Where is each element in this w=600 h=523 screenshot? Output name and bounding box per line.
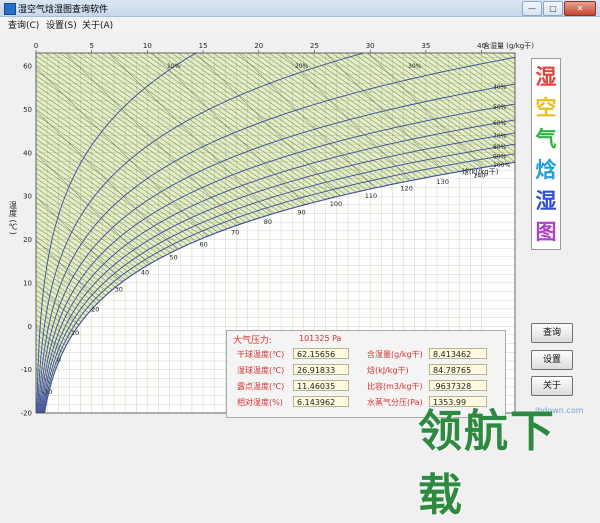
x-tick-label: 25 [310, 42, 319, 50]
watermark-brand: 领航下载 [418, 406, 556, 521]
rh-label-10: 10% [167, 63, 181, 70]
enthalpy-tick-label: 40 [141, 268, 149, 276]
dry-bulb-field[interactable]: 62.15656 [293, 348, 349, 359]
x-tick-label: 35 [421, 42, 430, 50]
wet-bulb-label: 湿球温度(℃) [237, 366, 285, 375]
enthalpy-tick-label: 50 [169, 253, 177, 261]
enthalpy-tick-label: 20 [91, 305, 99, 313]
enthalpy-tick-label: -10 [42, 388, 53, 396]
enthalpy-axis-label: 焓(kJ/kg干) [462, 167, 499, 176]
enthalpy-tick-label: 100 [330, 200, 342, 208]
y-tick-label: 0 [28, 323, 32, 331]
menu-bar: 查询(C) 设置(S) 关于(A) [0, 17, 600, 31]
x-axis-label: 含湿量 (g/kg干) [483, 41, 534, 50]
x-tick-label: 30 [366, 42, 375, 50]
enthalpy-tick-label: 60 [199, 240, 207, 248]
query-button[interactable]: 查询 [531, 323, 573, 343]
rh-label-60: 60% [493, 120, 507, 127]
y-tick-label: 60 [23, 63, 32, 71]
x-tick-label: 5 [89, 42, 93, 50]
title-char-1: 湿 [535, 64, 557, 89]
window-title: 湿空气焓湿图查询软件 [18, 5, 109, 15]
title-bar: 湿空气焓湿图查询软件 — □ ✕ [0, 0, 600, 17]
enthalpy-field[interactable]: 84.78765 [429, 364, 487, 375]
rh-label-90: 90% [493, 154, 507, 161]
enthalpy-tick-label: 30 [115, 286, 123, 294]
wet-bulb-field[interactable]: 26.91833 [293, 364, 349, 375]
x-tick-label: 15 [199, 42, 208, 50]
humidity-ratio-field[interactable]: 8.413462 [429, 348, 487, 359]
dew-point-field[interactable]: 11.46035 [293, 380, 349, 391]
menu-query[interactable]: 查询(C) [6, 18, 41, 31]
enthalpy-tick-label: 90 [297, 209, 305, 217]
title-char-5: 湿 [535, 188, 557, 213]
y-tick-label: -20 [21, 410, 32, 418]
y-axis-label: 温度 (℃) [8, 201, 18, 235]
menu-about[interactable]: 关于(A) [80, 18, 115, 31]
y-tick-label: 30 [23, 193, 32, 201]
y-tick-label: 20 [23, 236, 32, 244]
specific-volume-field[interactable]: .9637328 [429, 380, 487, 391]
minimize-button[interactable]: — [522, 1, 542, 16]
dry-bulb-label: 干球温度(℃) [237, 350, 285, 359]
y-tick-label: 50 [23, 106, 32, 114]
enthalpy-tick-label: 130 [437, 178, 449, 186]
title-char-4: 焓 [535, 157, 557, 182]
rh-label-70: 70% [493, 133, 507, 140]
y-tick-label: 40 [23, 149, 32, 157]
specific-volume-label: 比容(m3/kg干) [367, 382, 423, 391]
enthalpy-tick-label: 70 [231, 229, 239, 237]
chart-title-panel: 湿 空 气 焓 湿 图 [531, 58, 561, 250]
rh-label-40: 40% [493, 84, 507, 91]
rh-label-20: 20% [295, 63, 309, 70]
rh-label-30: 30% [408, 63, 422, 70]
menu-settings[interactable]: 设置(S) [44, 18, 79, 31]
y-tick-label: -10 [21, 366, 32, 374]
about-button[interactable]: 关于 [531, 376, 573, 396]
enthalpy-tick-label: 10 [71, 329, 79, 337]
vapor-pressure-label: 水蒸气分压(Pa) [367, 398, 423, 407]
x-tick-label: 10 [143, 42, 152, 50]
enthalpy-tick-label: 80 [264, 218, 272, 226]
y-tick-label: 10 [23, 279, 32, 287]
enthalpy-tick-label: 0 [57, 356, 61, 364]
title-char-6: 图 [535, 219, 557, 244]
app-icon [4, 3, 16, 15]
settings-button[interactable]: 设置 [531, 350, 573, 370]
x-tick-label: 20 [254, 42, 263, 50]
dew-point-label: 露点温度(℃) [237, 382, 285, 391]
humidity-ratio-label: 含湿量(g/kg干) [367, 350, 423, 359]
atm-pressure-label: 大气压力: [233, 336, 273, 346]
atm-pressure-value: 101325 Pa [299, 334, 342, 343]
x-tick-label: 0 [34, 42, 38, 50]
relative-humidity-field[interactable]: 6.143962 [293, 396, 349, 407]
rh-label-80: 80% [493, 144, 507, 151]
relative-humidity-label: 相对湿度(%) [237, 398, 283, 407]
window-controls: — □ ✕ [522, 1, 596, 16]
close-button[interactable]: ✕ [564, 1, 596, 16]
enthalpy-tick-label: 120 [400, 185, 412, 193]
rh-label-50: 50% [493, 104, 507, 111]
maximize-button[interactable]: □ [543, 1, 563, 16]
enthalpy-label: 焓(kJ/kg干) [367, 366, 409, 375]
enthalpy-tick-label: 110 [365, 192, 377, 200]
title-char-2: 空 [535, 95, 557, 120]
title-char-3: 气 [535, 126, 557, 151]
